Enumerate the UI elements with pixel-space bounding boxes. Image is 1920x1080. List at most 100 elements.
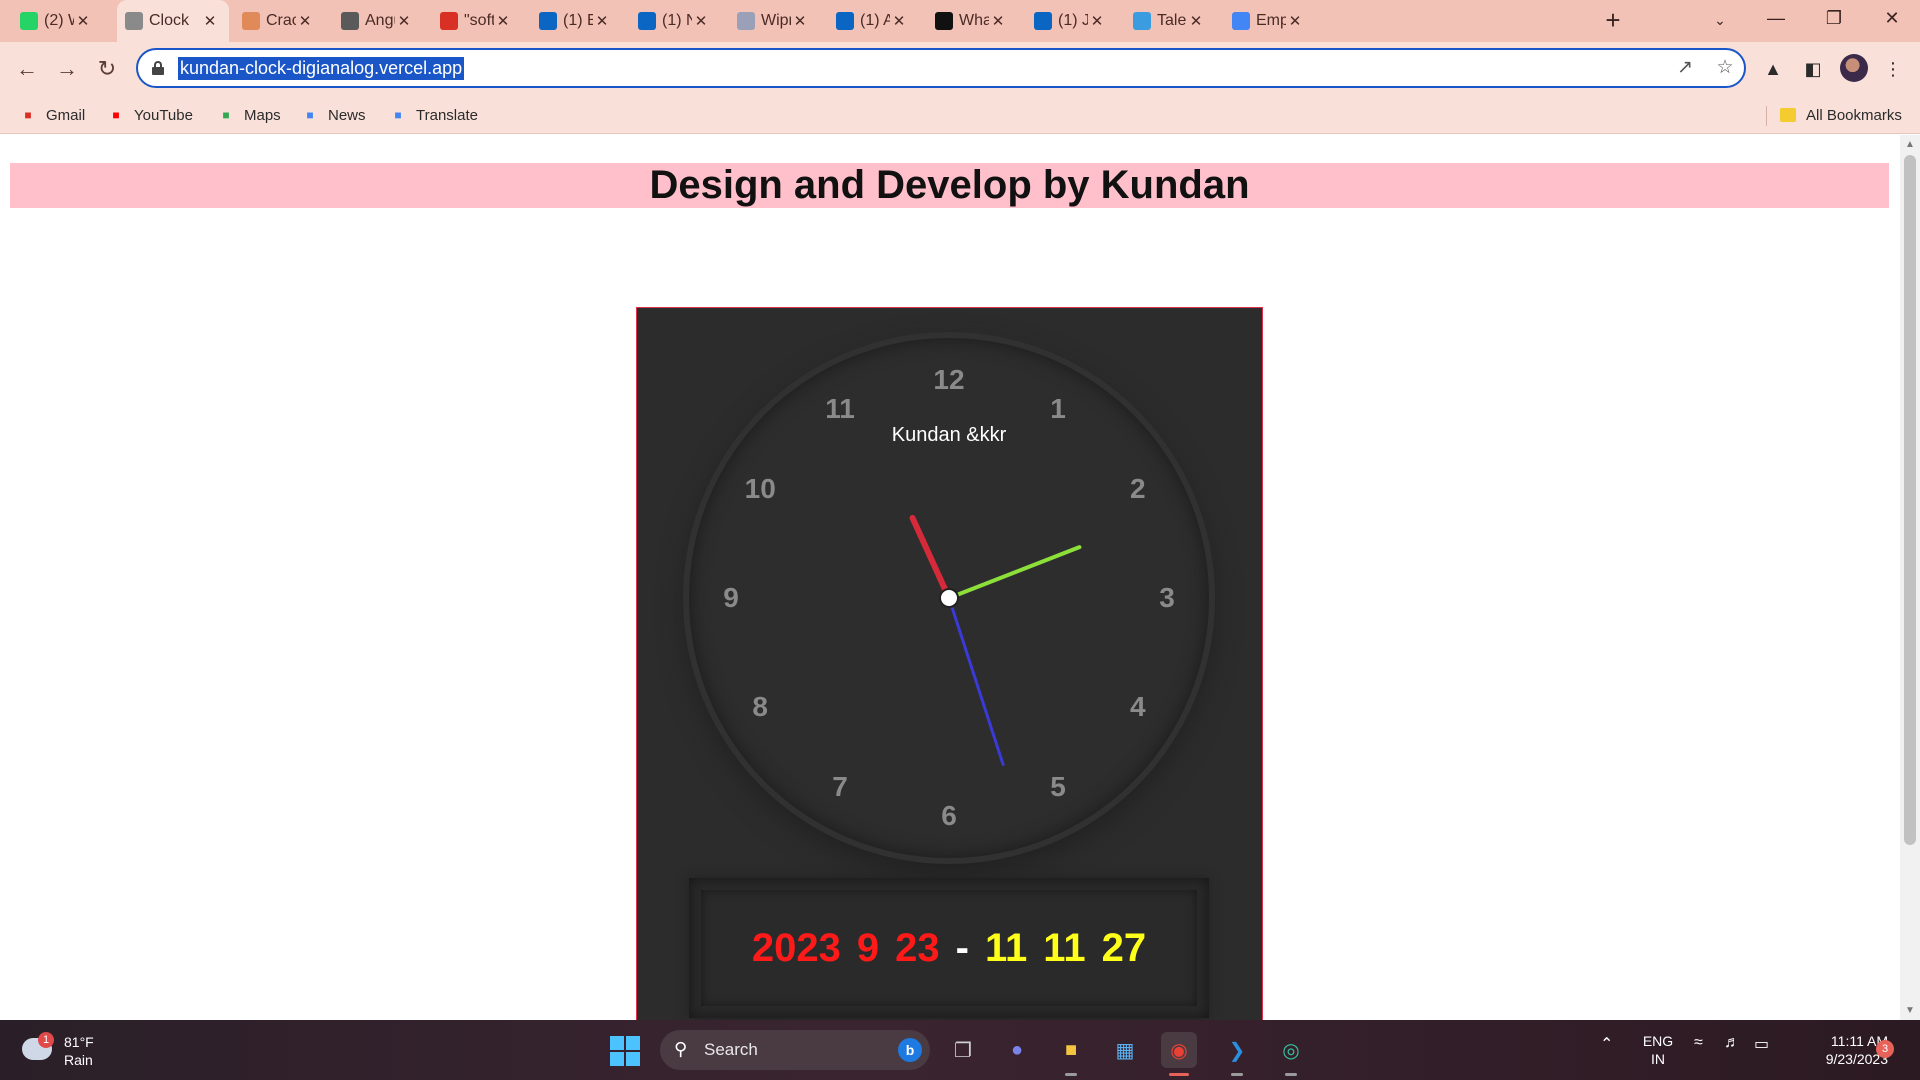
bookmark-translate[interactable]: ■ Translate — [388, 103, 478, 127]
tab-7[interactable]: Wipro✕ — [729, 0, 819, 42]
forward-arrow-icon[interactable]: → — [52, 54, 82, 84]
extensions-puzzle-icon[interactable]: ▲ — [1760, 56, 1786, 82]
bookmark-label: Gmail — [46, 106, 86, 124]
chrome-icon[interactable]: ◉ — [1161, 1032, 1197, 1076]
tab-close-icon[interactable]: ✕ — [593, 12, 611, 30]
tab-close-icon[interactable]: ✕ — [692, 12, 710, 30]
vscode-icon[interactable]: ❯ — [1219, 1032, 1255, 1076]
clock-number-3: 3 — [1159, 582, 1175, 613]
tab-0[interactable]: (2) Wh✕ — [12, 0, 102, 42]
page-icon — [242, 12, 260, 30]
tab-close-icon[interactable]: ✕ — [201, 12, 219, 30]
bookmark-star-icon[interactable]: ☆ — [1714, 57, 1736, 79]
minimize-icon[interactable]: — — [1748, 0, 1804, 36]
tab-2[interactable]: Crack✕ — [234, 0, 324, 42]
tab-close-icon[interactable]: ✕ — [1088, 12, 1106, 30]
tab-close-icon[interactable]: ✕ — [890, 12, 908, 30]
linkedin-icon — [638, 12, 656, 30]
taskbar-clock[interactable]: 11:11 AM 9/23/2023 — [1792, 1032, 1888, 1068]
tab-5[interactable]: (1) Exp✕ — [531, 0, 621, 42]
tab-close-icon[interactable]: ✕ — [74, 12, 92, 30]
second-hand — [947, 596, 1005, 766]
clock-number-4: 4 — [1129, 691, 1146, 722]
new-tab-button[interactable]: + — [1598, 6, 1628, 36]
clock-number-5: 5 — [1050, 770, 1066, 802]
medium-icon — [935, 12, 953, 30]
clock-number-8: 8 — [752, 691, 768, 722]
microsoft-store-icon[interactable]: ▦ — [1107, 1032, 1143, 1068]
digital-readout: 2023 9 23 - 11 11 27 — [701, 890, 1197, 1006]
page-scrollbar[interactable]: ▲ ▼ — [1900, 135, 1920, 1020]
notification-badge[interactable]: 3 — [1876, 1040, 1894, 1058]
tab-title: Crack — [266, 12, 296, 29]
url-text[interactable]: kundan-clock-digianalog.vercel.app — [178, 57, 465, 80]
whatsapp-icon — [20, 12, 38, 30]
tab-3[interactable]: Angul✕ — [333, 0, 423, 42]
tab-6[interactable]: (1) No✕ — [630, 0, 720, 42]
clock-number-1: 1 — [1050, 393, 1066, 425]
tab-title: (1) No — [662, 12, 692, 29]
bookmark-maps[interactable]: ■ Maps — [216, 103, 280, 127]
back-arrow-icon[interactable]: ← — [12, 54, 42, 84]
profile-avatar[interactable] — [1840, 54, 1868, 82]
bookmarks-bar: All Bookmarks ■ Gmail ■ YouTube ■ Maps ■ News ■ T… — [0, 96, 1920, 134]
bookmark-news[interactable]: ■ News — [300, 103, 365, 127]
all-bookmarks-button[interactable]: All Bookmarks — [1778, 103, 1902, 127]
bookmark-gmail[interactable]: ■ Gmail — [18, 103, 85, 127]
tab-close-icon[interactable]: ✕ — [989, 12, 1007, 30]
bing-icon[interactable]: b — [898, 1038, 922, 1062]
edge-icon[interactable]: ◎ — [1273, 1032, 1309, 1076]
tab-12[interactable]: Emplo✕ — [1224, 0, 1314, 42]
tab-11[interactable]: Talent✕ — [1125, 0, 1215, 42]
tab-8[interactable]: (1) An✕ — [828, 0, 918, 42]
openai-icon — [341, 12, 359, 30]
clock-number-12: 12 — [933, 364, 965, 395]
tab-close-icon[interactable]: ✕ — [494, 12, 512, 30]
restore-icon[interactable]: ❐ — [1806, 0, 1862, 36]
share-icon[interactable]: ↗ — [1674, 57, 1696, 79]
news-icon: ■ — [306, 108, 314, 122]
file-explorer-icon[interactable]: ■ — [1053, 1032, 1089, 1076]
tab-1[interactable]: Clock ✕ — [117, 0, 229, 42]
bookmark-youtube[interactable]: ■ YouTube — [106, 103, 193, 127]
side-panel-icon[interactable]: ◧ — [1800, 56, 1826, 82]
battery-icon[interactable]: ▭ — [1754, 1034, 1769, 1054]
tab-close-icon[interactable]: ✕ — [296, 12, 314, 30]
tab-search-chevron-icon[interactable]: ⌄ — [1708, 8, 1732, 32]
windows-taskbar: 1 81°F Rain ⚲ Search b ❐ ● ■ ▦ ◉ ❯ ◎ ⌃ E… — [0, 1020, 1920, 1080]
menu-kebab-icon[interactable]: ⋮ — [1880, 56, 1906, 82]
tab-9[interactable]: What✕ — [927, 0, 1017, 42]
tab-4[interactable]: "softw✕ — [432, 0, 522, 42]
teams-chat-icon[interactable]: ● — [999, 1032, 1035, 1068]
task-view-icon[interactable]: ❐ — [945, 1032, 981, 1068]
tab-title: (2) Wh — [44, 12, 74, 29]
tab-close-icon[interactable]: ✕ — [791, 12, 809, 30]
clock-number-7: 7 — [832, 770, 848, 802]
bookmark-label: Translate — [416, 106, 478, 124]
tab-title: Talent — [1157, 12, 1187, 29]
taskbar-time: 11:11 AM — [1830, 1033, 1888, 1049]
tab-close-icon[interactable]: ✕ — [1286, 12, 1304, 30]
clock-number-11: 11 — [825, 393, 855, 425]
address-bar[interactable]: kundan-clock-digianalog.vercel.app ↗ ☆ — [136, 48, 1746, 88]
scrollbar-thumb[interactable] — [1904, 155, 1916, 845]
reload-icon[interactable]: ↻ — [92, 54, 122, 84]
search-icon: ⚲ — [674, 1039, 688, 1059]
tab-close-icon[interactable]: ✕ — [395, 12, 413, 30]
scroll-up-arrow-icon[interactable]: ▲ — [1905, 139, 1915, 150]
volume-icon[interactable]: ♬ — [1724, 1034, 1740, 1052]
taskbar-search[interactable]: ⚲ Search b — [660, 1030, 930, 1070]
analog-clock-face: Kundan &kkr 12 1 2 3 4 5 6 7 8 9 10 11 — [689, 338, 1209, 858]
close-window-icon[interactable]: ✕ — [1864, 0, 1920, 36]
windows-start-icon[interactable] — [610, 1036, 640, 1066]
tab-10[interactable]: (1) Jol✕ — [1026, 0, 1116, 42]
lock-icon[interactable] — [152, 61, 164, 75]
weather-badge: 1 — [38, 1032, 54, 1048]
weather-widget[interactable]: 1 81°F Rain — [20, 1030, 130, 1072]
tab-close-icon[interactable]: ✕ — [1187, 12, 1205, 30]
browser-toolbar: ← → ↻ kundan-clock-digianalog.vercel.app… — [0, 42, 1920, 96]
scroll-down-arrow-icon[interactable]: ▼ — [1905, 1005, 1915, 1016]
tray-overflow-chevron-icon[interactable]: ⌃ — [1600, 1034, 1613, 1054]
wifi-icon[interactable]: ≈ — [1694, 1034, 1703, 1052]
language-indicator[interactable]: ENG IN — [1638, 1032, 1678, 1068]
